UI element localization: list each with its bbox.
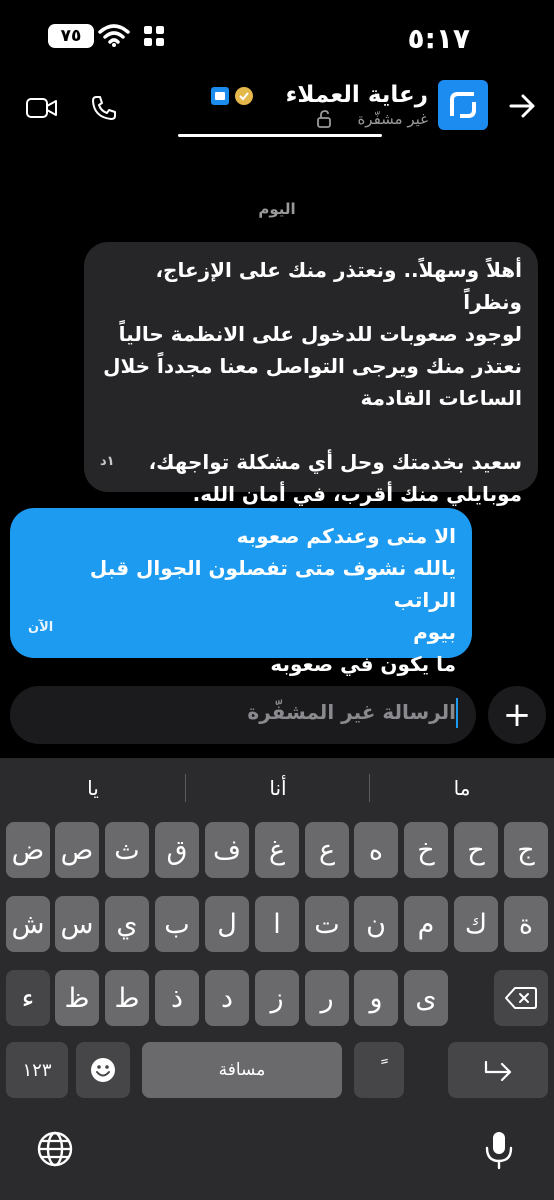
phone-icon[interactable] [90, 94, 118, 122]
business-badge-icon [211, 87, 229, 105]
message-line: نعتذر منك ويرجى التواصل معنا مجدداً خلال [103, 354, 522, 378]
status-time: ٥:١٧ [407, 22, 470, 55]
back-arrow-icon[interactable] [508, 92, 536, 120]
message-line: ما يكون في صعوبه [270, 652, 456, 676]
numbers-key[interactable]: ١٢٣ [6, 1042, 68, 1098]
message-line: موبايلي منك أقرب، في أمان الله. [192, 482, 522, 506]
return-key[interactable] [448, 1042, 548, 1098]
key[interactable]: ج [504, 822, 548, 878]
message-line: سعيد بخدمتك وحل أي مشكلة تواجهك، [148, 450, 522, 474]
wifi-icon [98, 24, 130, 47]
key[interactable]: ب [155, 896, 199, 952]
message-timestamp: ١د [100, 454, 115, 469]
verified-badge-icon [235, 87, 253, 105]
suggestion-1[interactable]: ما [370, 758, 554, 818]
key[interactable]: ي [105, 896, 149, 952]
key[interactable]: ض [6, 822, 50, 878]
keyboard: ما أنا يا ج ح خ ه ع غ ف ق ث ص ض ة ك م ن … [0, 758, 554, 1200]
key[interactable]: ح [454, 822, 498, 878]
key[interactable]: ع [305, 822, 349, 878]
incoming-message-bubble[interactable]: أهلاً وسهلاً.. ونعتذر منك على الإزعاج، و… [84, 242, 538, 506]
key[interactable]: ف [205, 822, 249, 878]
signal-icon [144, 26, 164, 46]
mobily-logo-icon [450, 92, 476, 118]
outgoing-message-bubble[interactable]: الا متى وعندكم صعوبه يالله نشوف متى تفصل… [10, 508, 472, 676]
contact-avatar[interactable] [438, 80, 488, 130]
key[interactable]: ظ [55, 970, 99, 1026]
tanween-key[interactable]: ً [354, 1042, 404, 1098]
add-attachment-button[interactable]: + [488, 686, 546, 744]
message-line: يالله نشوف متى تفصلون الجوال قبل الراتب [89, 556, 456, 612]
key[interactable]: ء [6, 970, 50, 1026]
suggestion-3[interactable]: يا [0, 758, 186, 818]
space-key[interactable]: مسافة [142, 1042, 342, 1098]
globe-icon[interactable] [36, 1130, 74, 1168]
key[interactable]: ة [504, 896, 548, 952]
message-line: لوجود صعوبات للدخول على الانظمة حالياً [118, 322, 522, 346]
header-underline [178, 134, 382, 137]
key[interactable]: و [354, 970, 398, 1026]
key[interactable]: ه [354, 822, 398, 878]
message-line: بيوم [413, 620, 456, 644]
suggestion-2[interactable]: أنا [186, 758, 370, 818]
key[interactable]: ك [454, 896, 498, 952]
message-line: الساعات القادمة [360, 386, 522, 410]
chat-header: رعاية العملاء غير مشفّرة [0, 74, 554, 140]
message-line [100, 414, 522, 446]
encryption-status: غير مشفّرة [357, 110, 428, 128]
key[interactable]: ر [305, 970, 349, 1026]
key[interactable]: ل [205, 896, 249, 952]
key[interactable]: ث [105, 822, 149, 878]
key[interactable]: ز [255, 970, 299, 1026]
key[interactable]: ت [305, 896, 349, 952]
key[interactable]: ش [6, 896, 50, 952]
key[interactable]: ذ [155, 970, 199, 1026]
key[interactable]: ط [105, 970, 149, 1026]
key[interactable]: خ [404, 822, 448, 878]
message-placeholder: الرسالة غير المشفّرة [247, 700, 456, 724]
key[interactable]: ص [55, 822, 99, 878]
return-arrow-icon [484, 1060, 512, 1081]
key[interactable]: ا [255, 896, 299, 952]
key[interactable]: م [404, 896, 448, 952]
video-camera-icon[interactable] [26, 96, 58, 120]
key[interactable]: د [205, 970, 249, 1026]
key[interactable]: غ [255, 822, 299, 878]
backspace-icon [505, 987, 537, 1009]
key[interactable]: س [55, 896, 99, 952]
contact-name[interactable]: رعاية العملاء [286, 82, 428, 108]
key[interactable]: ق [155, 822, 199, 878]
battery-icon: ٧٥ [48, 24, 94, 48]
message-timestamp: الآن [28, 620, 54, 635]
plus-icon: + [502, 695, 532, 735]
unlock-icon [317, 110, 331, 128]
date-separator: اليوم [258, 200, 296, 218]
microphone-icon[interactable] [484, 1130, 514, 1170]
message-line: أهلاً وسهلاً.. ونعتذر منك على الإزعاج، و… [155, 258, 522, 314]
emoji-key[interactable] [76, 1042, 130, 1098]
delete-key[interactable] [494, 970, 548, 1026]
key[interactable]: ى [404, 970, 448, 1026]
status-bar: ٥:١٧ ٧٥ [0, 0, 554, 74]
message-line: الا متى وعندكم صعوبه [236, 524, 456, 548]
text-caret [456, 698, 458, 728]
key[interactable]: ن [354, 896, 398, 952]
emoji-icon [91, 1058, 115, 1082]
message-input[interactable]: الرسالة غير المشفّرة [10, 686, 476, 744]
